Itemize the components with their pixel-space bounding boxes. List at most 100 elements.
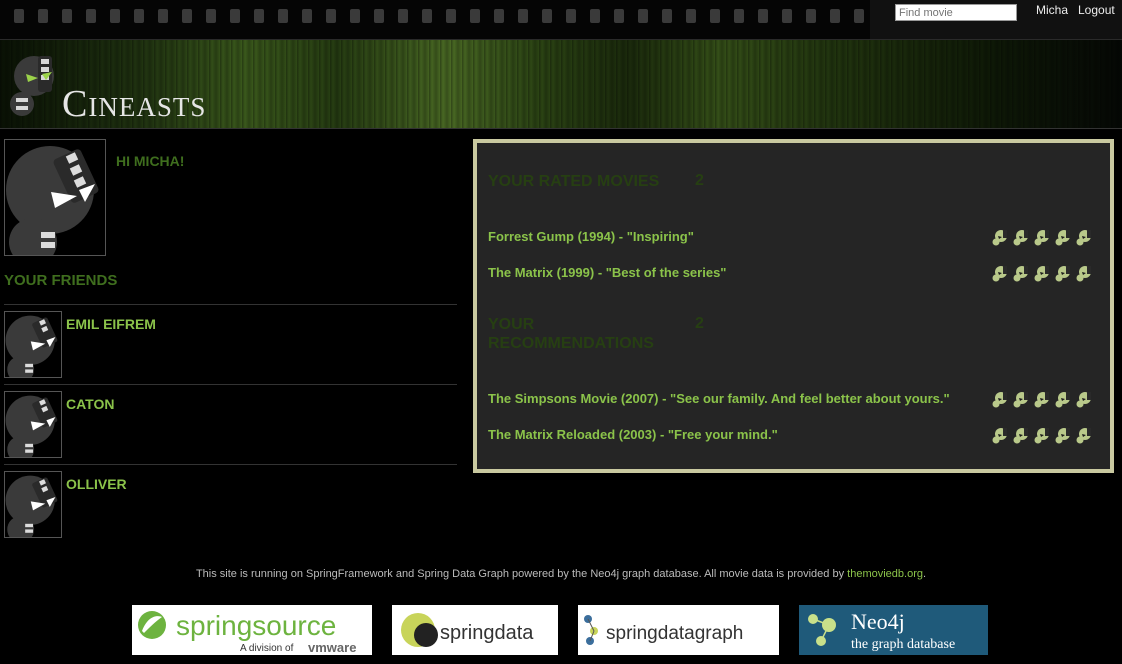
sprocket-hole xyxy=(494,9,504,23)
star-rating[interactable] xyxy=(991,390,1093,408)
avatar-mascot-icon xyxy=(5,475,58,543)
avatar-mascot-icon xyxy=(6,146,99,266)
sprocket-hole xyxy=(278,9,288,23)
springsource-text: springsource xyxy=(176,610,336,641)
movie-link[interactable]: The Matrix Reloaded (2003) - "Free your … xyxy=(488,427,778,442)
sprocket-hole xyxy=(470,9,480,23)
rating-star-icon[interactable] xyxy=(1075,390,1093,408)
neo4j-sub: the graph database xyxy=(851,637,955,652)
friend-name-link[interactable]: CATON xyxy=(66,396,114,412)
friend-name-link[interactable]: EMIL EIFREM xyxy=(66,316,156,332)
friend-item[interactable]: OLLIVER xyxy=(4,464,457,543)
cineasts-logo-icon[interactable] xyxy=(8,52,60,122)
friend-name-link[interactable]: OLLIVER xyxy=(66,476,127,492)
footer-period: . xyxy=(922,568,927,580)
sprocket-hole xyxy=(38,9,48,23)
neo4j-badge[interactable]: Neo4j the graph database xyxy=(799,605,988,655)
sprocket-hole xyxy=(254,9,264,23)
rating-star-icon[interactable] xyxy=(1033,426,1051,444)
sprocket-hole xyxy=(326,9,336,23)
user-avatar xyxy=(4,139,106,266)
sprocket-hole xyxy=(374,9,384,23)
rating-star-icon[interactable] xyxy=(1075,264,1093,282)
springsource-badge[interactable]: springsource A division of vmware xyxy=(132,605,372,655)
sprocket-hole xyxy=(110,9,120,23)
sprocket-hole xyxy=(206,9,216,23)
rating-star-icon[interactable] xyxy=(1033,264,1051,282)
rating-star-icon[interactable] xyxy=(991,426,1009,444)
friend-item[interactable]: CATON xyxy=(4,384,457,463)
friends-heading: YOUR FRIENDS xyxy=(4,272,118,289)
friend-avatar[interactable] xyxy=(4,311,62,383)
rated-movie-item: The Matrix (1999) - "Best of the series" xyxy=(488,265,1091,285)
sprocket-hole xyxy=(350,9,360,23)
sprocket-hole xyxy=(854,9,864,23)
user-link[interactable]: Micha xyxy=(1036,3,1068,17)
rating-star-icon[interactable] xyxy=(1054,264,1072,282)
rating-star-icon[interactable] xyxy=(1054,390,1072,408)
springdata-logo-icon: springdata xyxy=(401,613,534,647)
sprocket-hole xyxy=(398,9,408,23)
vmware-text: vmware xyxy=(308,640,356,655)
springdata-badge[interactable]: springdata xyxy=(392,605,558,655)
sprocket-hole xyxy=(182,9,192,23)
footer-note: This site is running on SpringFramework … xyxy=(0,568,1122,580)
recommendations-heading: YOUR RECOMMENDATIONS xyxy=(488,315,654,353)
site-title[interactable]: Cineasts xyxy=(62,82,206,126)
rating-star-icon[interactable] xyxy=(1033,228,1051,246)
sprocket-hole xyxy=(734,9,744,23)
logout-link[interactable]: Logout xyxy=(1078,3,1115,17)
sprocket-hole xyxy=(14,9,24,23)
sprocket-hole xyxy=(638,9,648,23)
rating-star-icon[interactable] xyxy=(1054,228,1072,246)
rating-star-icon[interactable] xyxy=(1012,390,1030,408)
star-rating[interactable] xyxy=(991,264,1093,282)
neo4j-text: Neo4j xyxy=(851,609,905,634)
find-movie-input[interactable] xyxy=(895,4,1017,21)
sprocket-hole xyxy=(566,9,576,23)
movie-link[interactable]: The Simpsons Movie (2007) - "See our fam… xyxy=(488,391,950,406)
sprocket-hole xyxy=(830,9,840,23)
sprocket-hole xyxy=(806,9,816,23)
friend-avatar[interactable] xyxy=(4,391,62,463)
star-rating[interactable] xyxy=(991,228,1093,246)
sprocket-hole xyxy=(446,9,456,23)
sprocket-hole xyxy=(62,9,72,23)
sprocket-hole xyxy=(686,9,696,23)
sprocket-hole xyxy=(662,9,672,23)
sprocket-hole xyxy=(590,9,600,23)
movie-link[interactable]: The Matrix (1999) - "Best of the series" xyxy=(488,265,726,280)
avatar-mascot-icon xyxy=(5,395,58,463)
springdata-text: springdata xyxy=(440,622,534,644)
recommendations-count: 2 xyxy=(695,315,704,332)
rating-star-icon[interactable] xyxy=(1012,264,1030,282)
rating-star-icon[interactable] xyxy=(1054,426,1072,444)
friend-avatar[interactable] xyxy=(4,471,62,543)
movie-link[interactable]: Forrest Gump (1994) - "Inspiring" xyxy=(488,229,694,244)
rating-star-icon[interactable] xyxy=(991,228,1009,246)
rated-movies-count: 2 xyxy=(695,172,704,189)
rating-star-icon[interactable] xyxy=(1033,390,1051,408)
rating-star-icon[interactable] xyxy=(1012,228,1030,246)
friend-item[interactable]: EMIL EIFREM xyxy=(4,304,457,383)
greeting-heading: HI MICHA! xyxy=(116,153,185,169)
footer-text: This site is running on SpringFramework … xyxy=(195,568,845,580)
neo4j-logo-icon: Neo4j the graph database xyxy=(808,609,955,652)
sprocket-hole xyxy=(614,9,624,23)
themoviedb-link[interactable]: themoviedb.org xyxy=(847,568,923,580)
rating-star-icon[interactable] xyxy=(1075,228,1093,246)
recommended-movie-item: The Matrix Reloaded (2003) - "Free your … xyxy=(488,427,1091,447)
sprocket-hole xyxy=(782,9,792,23)
springdatagraph-text: springdatagraph xyxy=(606,623,743,644)
star-rating[interactable] xyxy=(991,426,1093,444)
rating-star-icon[interactable] xyxy=(991,264,1009,282)
rating-star-icon[interactable] xyxy=(1012,426,1030,444)
rating-star-icon[interactable] xyxy=(991,390,1009,408)
rated-movie-item: Forrest Gump (1994) - "Inspiring" xyxy=(488,229,1091,249)
rating-star-icon[interactable] xyxy=(1075,426,1093,444)
springdatagraph-badge[interactable]: springdatagraph xyxy=(578,605,779,655)
recommended-movie-item: The Simpsons Movie (2007) - "See our fam… xyxy=(488,391,1091,411)
sprocket-hole xyxy=(302,9,312,23)
sprocket-hole xyxy=(518,9,528,23)
rated-movies-heading: YOUR RATED MOVIES xyxy=(488,173,660,190)
